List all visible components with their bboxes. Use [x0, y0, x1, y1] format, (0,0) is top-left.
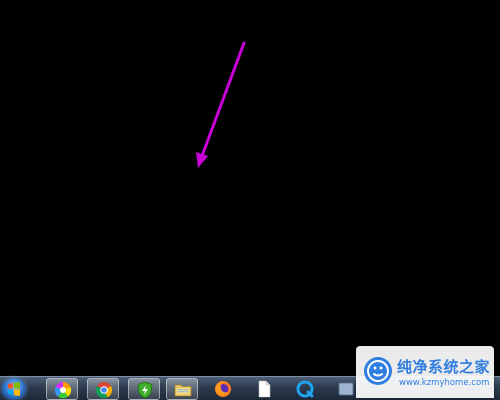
- watermark-url: www.kzmyhome.com: [399, 378, 490, 388]
- document-icon: [258, 380, 271, 398]
- taskbar-item-security-app[interactable]: [128, 378, 160, 400]
- windows-logo-icon: [8, 382, 20, 396]
- taskbar-item-photo-app[interactable]: [46, 378, 78, 400]
- taskbar-item-chrome[interactable]: [87, 378, 119, 400]
- screen: 纯净系统之家 www.kzmyhome.com: [0, 0, 500, 400]
- blue-circle-icon: [296, 380, 314, 398]
- taskbar-item-firefox[interactable]: [207, 378, 239, 400]
- taskbar-item-file-explorer[interactable]: [166, 378, 198, 400]
- window-icon: [338, 382, 354, 396]
- green-shield-icon: [137, 381, 153, 399]
- watermark: 纯净系统之家 www.kzmyhome.com: [356, 346, 494, 398]
- color-wheel-icon: [54, 381, 72, 399]
- firefox-icon: [215, 381, 231, 397]
- watermark-logo-icon: [364, 357, 392, 385]
- folder-icon: [174, 384, 192, 397]
- chrome-icon: [95, 382, 113, 399]
- start-button[interactable]: [2, 378, 26, 400]
- watermark-name: 纯净系统之家: [397, 358, 491, 376]
- taskbar-item-browser-app[interactable]: [289, 378, 321, 400]
- annotation-arrow: [196, 41, 246, 168]
- taskbar-item-blank-document[interactable]: [248, 378, 280, 400]
